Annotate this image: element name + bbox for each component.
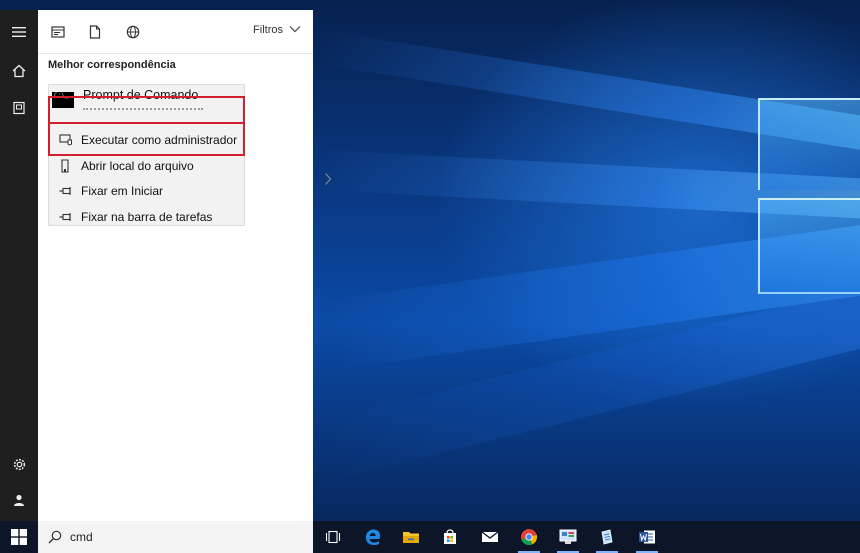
apps-filter-icon[interactable]: [49, 23, 67, 41]
filters-dropdown[interactable]: Filtros: [253, 24, 301, 36]
hamburger-icon[interactable]: [0, 14, 38, 50]
context-item-run-as-admin[interactable]: Executar como administrador: [49, 128, 244, 152]
context-item-open-file-location[interactable]: Abrir local do arquivo: [49, 154, 244, 178]
edge-icon[interactable]: [360, 525, 386, 549]
windows-start-icon: [11, 529, 27, 545]
command-prompt-icon: C:\_: [52, 92, 74, 108]
task-view-icon[interactable]: [320, 525, 346, 549]
best-match-card: C:\_ Prompt de Comando Executar como adm…: [48, 84, 245, 226]
file-explorer-icon[interactable]: [398, 525, 424, 549]
context-item-label: Executar como administrador: [81, 133, 238, 147]
result-subtitle-placeholder: [83, 108, 203, 112]
home-icon[interactable]: [0, 53, 38, 89]
context-item-label: Abrir local do arquivo: [81, 159, 194, 173]
pin-icon: [56, 212, 76, 222]
start-rail: [0, 10, 38, 521]
start-button[interactable]: [0, 521, 38, 553]
filters-label: Filtros: [253, 24, 283, 36]
document-icon[interactable]: [0, 90, 38, 126]
control-panel-icon[interactable]: [555, 525, 581, 553]
search-icon: [48, 530, 62, 544]
context-item-pin-to-start[interactable]: Fixar em Iniciar: [49, 179, 244, 203]
word-icon[interactable]: [634, 525, 660, 553]
best-match-result[interactable]: C:\_ Prompt de Comando: [49, 85, 244, 120]
taskbar-search-box[interactable]: [38, 521, 313, 553]
chrome-icon[interactable]: [516, 525, 542, 553]
windows-logo-backdrop: [758, 98, 860, 294]
cmd-thumbnail-text: C:\_: [54, 92, 69, 99]
filter-bar: Filtros: [38, 10, 313, 54]
documents-filter-icon[interactable]: [86, 23, 104, 41]
search-results-panel: Filtros Melhor correspondência C:\_ Prom…: [38, 10, 332, 521]
context-item-label: Fixar em Iniciar: [81, 184, 164, 198]
admin-shield-icon: [56, 134, 76, 146]
gear-icon[interactable]: [0, 446, 38, 482]
context-item-pin-to-taskbar[interactable]: Fixar na barra de tarefas: [49, 205, 244, 229]
context-item-label: Fixar na barra de tarefas: [81, 210, 213, 224]
store-icon[interactable]: [437, 525, 463, 549]
notepad-icon[interactable]: [594, 525, 620, 553]
chevron-down-icon: [289, 24, 301, 36]
taskbar: [0, 521, 860, 553]
search-input[interactable]: [70, 530, 270, 544]
mail-icon[interactable]: [477, 525, 503, 549]
annotation-highlight-divider: [48, 122, 245, 124]
user-icon[interactable]: [0, 482, 38, 518]
best-match-heading: Melhor correspondência: [48, 59, 176, 71]
pin-icon: [56, 186, 76, 196]
chevron-right-icon[interactable]: [324, 172, 332, 189]
result-title: Prompt de Comando: [83, 88, 199, 102]
start-menu: Filtros Melhor correspondência C:\_ Prom…: [0, 10, 332, 521]
web-filter-icon[interactable]: [124, 23, 142, 41]
folder-location-icon: [56, 159, 76, 173]
